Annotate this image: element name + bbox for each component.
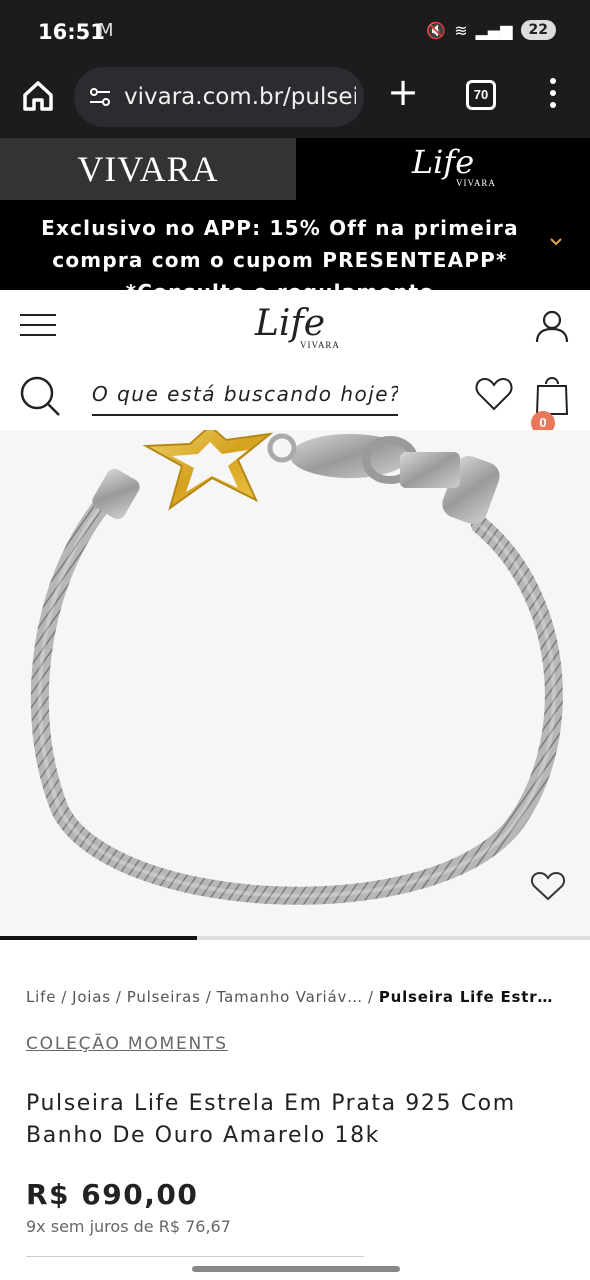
status-icons: 🔇 ≋ ▂▄▆ 22 (426, 20, 556, 40)
status-bar: 16:51 M 🔇 ≋ ▂▄▆ 22 (0, 0, 590, 64)
breadcrumb-separator: / (367, 988, 374, 1006)
product-price: R$ 690,00 (26, 1178, 199, 1211)
browser-toolbar: vivara.com.br/pulseir + 70 (0, 64, 590, 138)
promo-text: Exclusivo no APP: 15% Off na primeira co… (41, 216, 519, 290)
header-logo-sub: VIVARA (300, 340, 340, 350)
status-time: 16:51 (38, 20, 105, 44)
breadcrumb-item-joias[interactable]: Joias (72, 988, 111, 1006)
image-carousel-indicator (0, 936, 590, 940)
breadcrumb: Life / Joias / Pulseiras / Tamanho Variáv… / Pul… (26, 988, 566, 1006)
heart-icon[interactable] (474, 376, 514, 412)
search-field-container (92, 374, 398, 416)
tabs-button[interactable]: 70 (466, 80, 496, 110)
bracelet-image (30, 430, 563, 905)
shopping-bag-icon[interactable] (534, 372, 570, 416)
product-title: Pulseira Life Estrela Em Prata 925 Com B… (26, 1091, 516, 1148)
life-brand-tab[interactable]: Life VIVARA (296, 138, 590, 200)
carousel-active-segment (0, 936, 197, 940)
site-settings-icon[interactable] (88, 85, 112, 109)
favorite-heart-icon[interactable] (530, 870, 566, 902)
hamburger-menu-icon[interactable] (20, 314, 56, 336)
breadcrumb-item-tamanho[interactable]: Tamanho Variáv… (217, 988, 363, 1006)
breadcrumb-separator: / (61, 988, 68, 1006)
site-header: Life VIVARA 0 (0, 290, 590, 435)
gesture-bar[interactable] (192, 1266, 400, 1272)
breadcrumb-separator: / (205, 988, 212, 1006)
collection-link[interactable]: COLEÇÃO MOMENTS (26, 1034, 228, 1054)
home-icon[interactable] (20, 78, 56, 114)
url-bar[interactable]: vivara.com.br/pulseir (74, 67, 364, 127)
browser-menu-icon[interactable] (548, 78, 558, 112)
user-icon[interactable] (534, 308, 570, 344)
search-input[interactable] (92, 374, 398, 414)
gmail-icon: M (98, 20, 114, 41)
promo-banner[interactable]: Exclusivo no APP: 15% Off na primeira co… (0, 200, 590, 290)
vivara-brand-tab[interactable]: VIVARA (0, 138, 296, 200)
chevron-down-icon[interactable] (548, 234, 564, 250)
wifi-icon: ≋ (454, 20, 468, 40)
installments-text: 9x sem juros de R$ 76,67 (26, 1217, 231, 1236)
breadcrumb-item-life[interactable]: Life (26, 988, 56, 1006)
product-image[interactable] (0, 430, 590, 936)
search-icon[interactable] (18, 374, 62, 418)
divider (26, 1256, 364, 1257)
new-tab-button[interactable]: + (386, 73, 420, 111)
life-logo-script: Life (411, 143, 475, 181)
life-logo[interactable]: Life VIVARA (230, 300, 350, 356)
breadcrumb-separator: / (115, 988, 122, 1006)
url-text[interactable]: vivara.com.br/pulseir (124, 84, 356, 110)
signal-icon: ▂▄▆ (475, 20, 513, 40)
life-logo-sub: VIVARA (456, 178, 496, 188)
mute-icon: 🔇 (426, 20, 447, 40)
brand-bar: VIVARA Life VIVARA (0, 138, 590, 200)
breadcrumb-item-pulseiras[interactable]: Pulseiras (127, 988, 201, 1006)
breadcrumb-current: Pulseira Life Estr… (378, 988, 554, 1006)
battery-icon: 22 (520, 20, 556, 40)
